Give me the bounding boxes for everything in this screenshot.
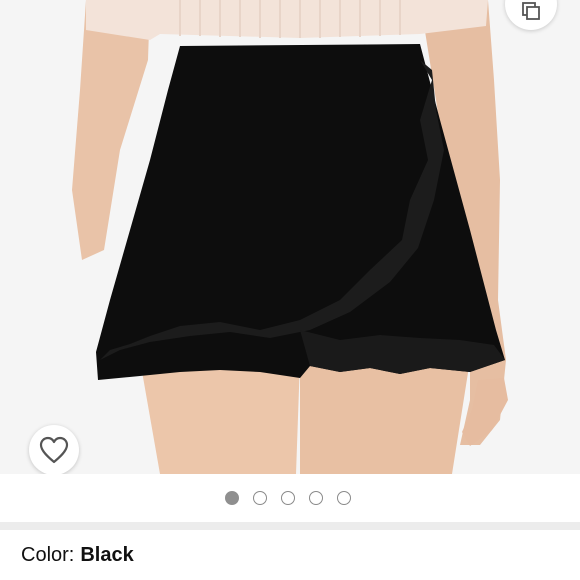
image-carousel-indicator (0, 474, 580, 522)
share-icon (522, 2, 540, 20)
heart-outline-icon (39, 436, 69, 464)
carousel-dot-3[interactable] (281, 491, 295, 505)
wishlist-button[interactable] (29, 425, 79, 475)
color-selector: Color: Black (0, 530, 580, 580)
product-image[interactable] (0, 0, 580, 474)
product-photo (0, 0, 580, 474)
carousel-dot-4[interactable] (309, 491, 323, 505)
carousel-dot-2[interactable] (253, 491, 267, 505)
color-label: Color: (21, 543, 75, 566)
carousel-dots (225, 491, 351, 505)
section-divider (0, 522, 580, 530)
carousel-dot-5[interactable] (337, 491, 351, 505)
color-value: Black (80, 543, 134, 566)
carousel-dot-1[interactable] (225, 491, 239, 505)
